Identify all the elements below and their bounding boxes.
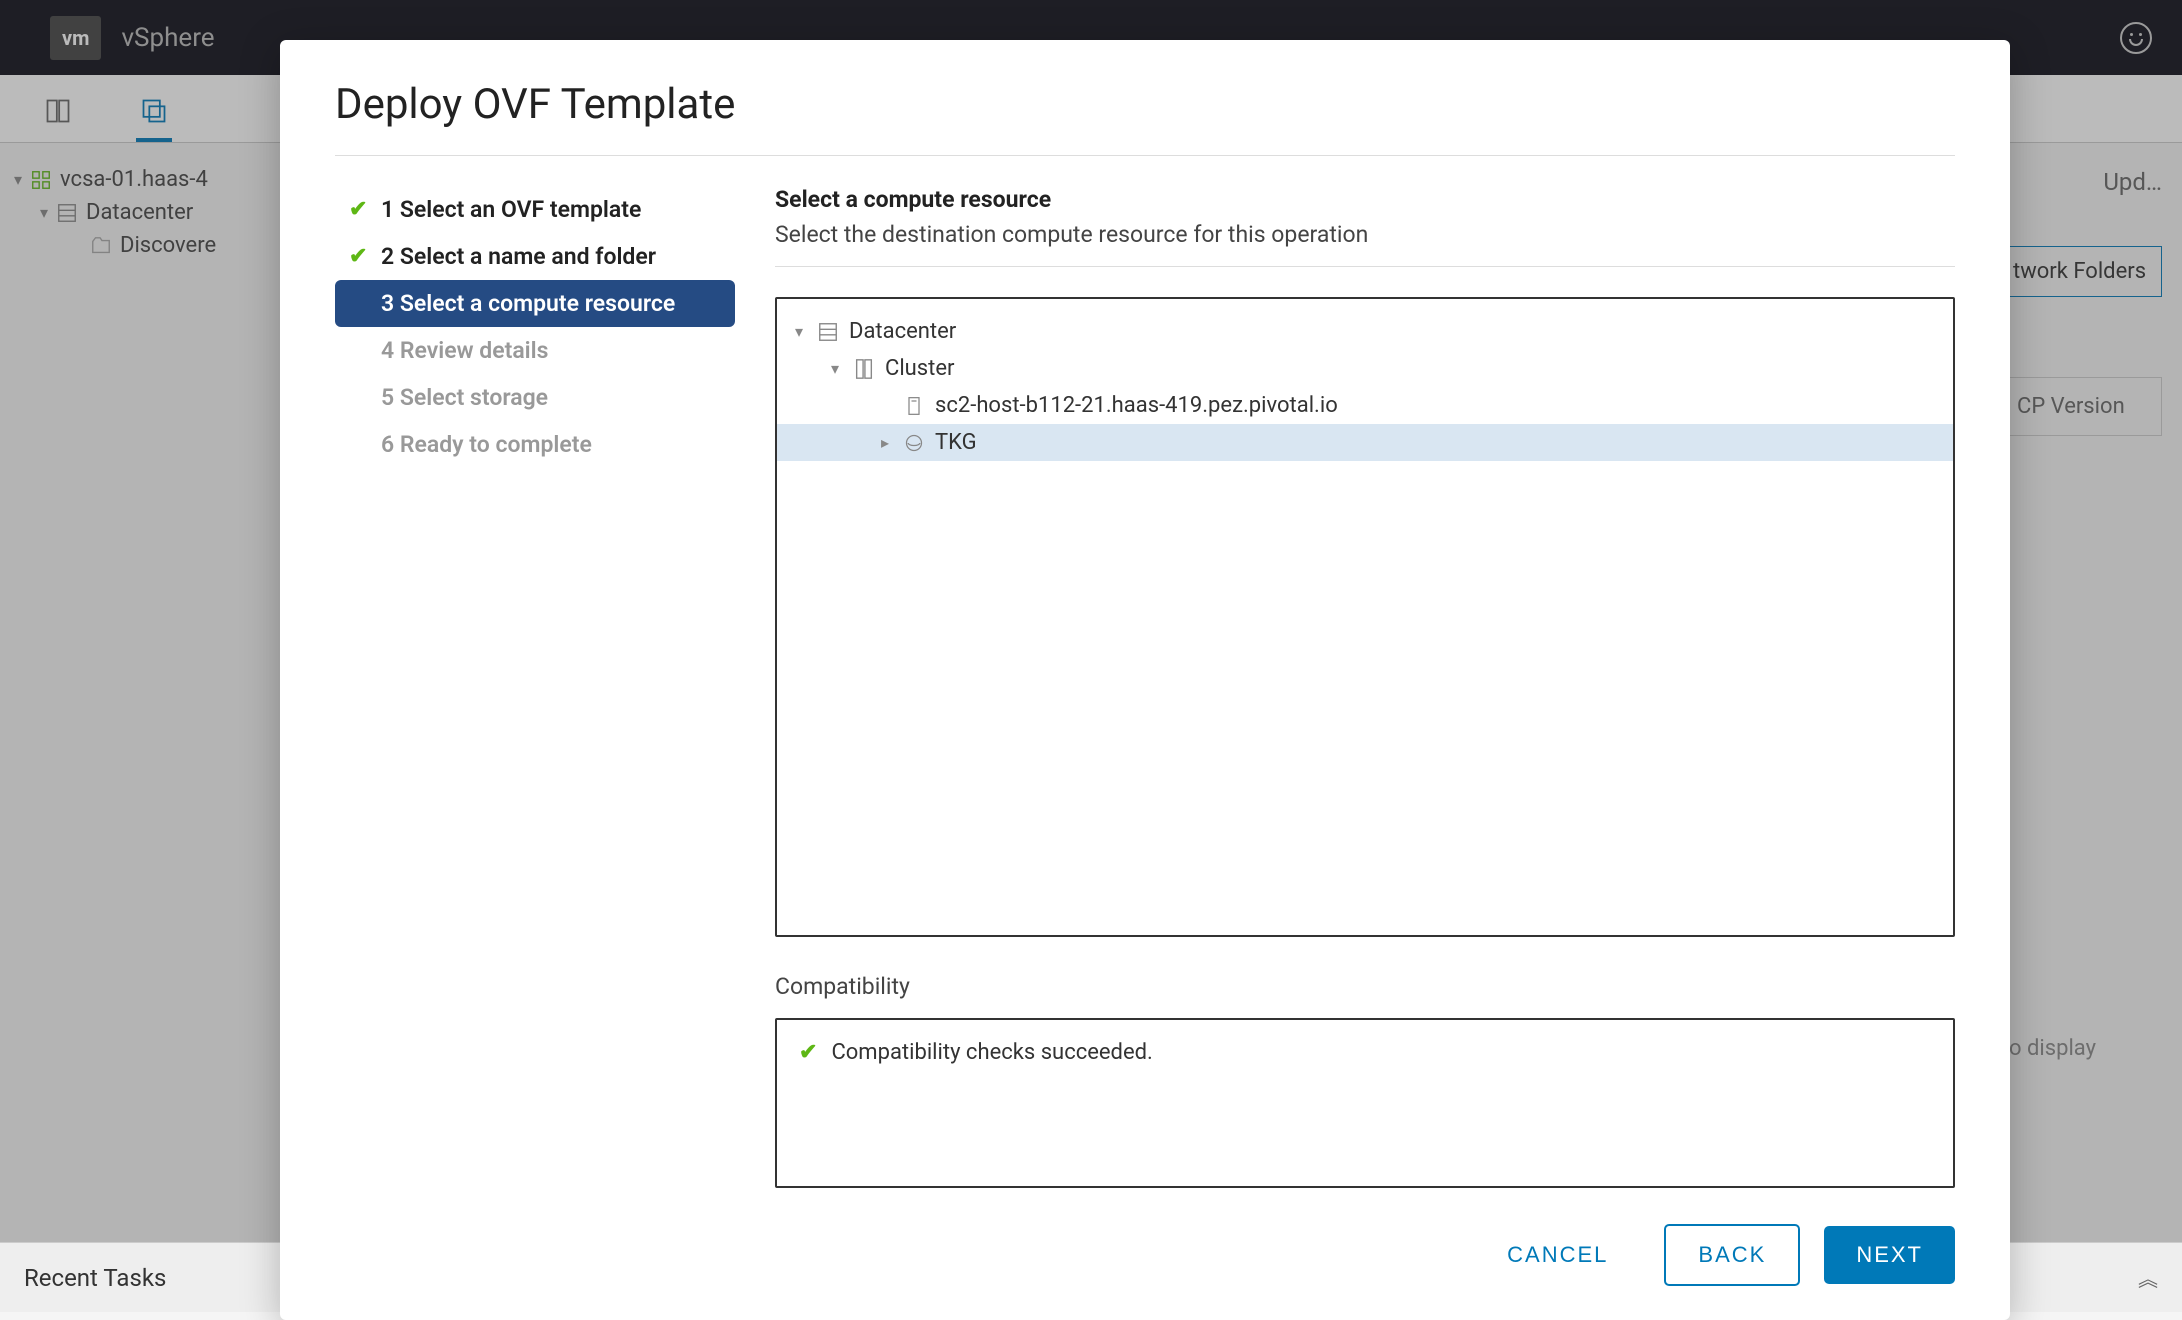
tree-host[interactable]: sc2-host-b112-21.haas-419.pez.pivotal.io: [777, 387, 1953, 424]
wizard-step-label: 2 Select a name and folder: [381, 243, 656, 270]
tree-datacenter[interactable]: ▾ Datacenter: [777, 313, 1953, 350]
tree-datacenter-label: Datacenter: [849, 319, 956, 344]
divider: [335, 155, 1955, 156]
wizard-step-label: 3 Select a compute resource: [381, 290, 675, 317]
modal-title: Deploy OVF Template: [335, 80, 1955, 129]
check-icon: ✔: [799, 1040, 817, 1065]
wizard-step-label: 4 Review details: [381, 337, 548, 364]
deploy-ovf-modal: Deploy OVF Template ✔ 1 Select an OVF te…: [280, 40, 2010, 1320]
tree-host-label: sc2-host-b112-21.haas-419.pez.pivotal.io: [935, 393, 1338, 418]
chevron-right-icon: ▸: [877, 433, 893, 452]
host-icon: [903, 395, 925, 417]
wizard-step-4: ✔ 4 Review details: [335, 327, 735, 374]
compatibility-box: ✔ Compatibility checks succeeded.: [775, 1018, 1955, 1188]
cancel-button[interactable]: CANCEL: [1475, 1226, 1640, 1284]
back-button[interactable]: BACK: [1664, 1224, 1800, 1286]
tree-resource-pool[interactable]: ▸ TKG: [777, 424, 1953, 461]
compute-resource-panel: Select a compute resource Select the des…: [775, 186, 1955, 1320]
wizard-step-5: ✔ 5 Select storage: [335, 374, 735, 421]
expand-icon[interactable]: ︽: [2138, 1263, 2158, 1292]
wizard-step-label: 1 Select an OVF template: [381, 196, 641, 223]
next-button[interactable]: NEXT: [1824, 1226, 1955, 1284]
resource-pool-icon: [903, 432, 925, 454]
modal-footer: CANCEL BACK NEXT: [775, 1188, 1955, 1286]
wizard-step-label: 6 Ready to complete: [381, 431, 592, 458]
wizard-step-2[interactable]: ✔ 2 Select a name and folder: [335, 233, 735, 280]
compatibility-label: Compatibility: [775, 973, 1955, 1000]
compute-resource-tree[interactable]: ▾ Datacenter ▾ Cluster: [775, 297, 1955, 937]
chevron-down-icon: ▾: [827, 359, 843, 378]
panel-title: Select a compute resource: [775, 186, 1955, 213]
wizard-step-3[interactable]: ✔ 3 Select a compute resource: [335, 280, 735, 327]
tree-pool-label: TKG: [935, 430, 977, 455]
chevron-down-icon: ▾: [791, 322, 807, 341]
wizard-step-1[interactable]: ✔ 1 Select an OVF template: [335, 186, 735, 233]
check-icon: ✔: [349, 244, 369, 269]
cluster-icon: [853, 358, 875, 380]
tree-cluster[interactable]: ▾ Cluster: [777, 350, 1953, 387]
wizard-step-6: ✔ 6 Ready to complete: [335, 421, 735, 468]
divider: [775, 266, 1955, 267]
compatibility-result: ✔ Compatibility checks succeeded.: [799, 1040, 1931, 1065]
wizard-steps: ✔ 1 Select an OVF template ✔ 2 Select a …: [335, 186, 735, 1320]
datacenter-icon: [817, 321, 839, 343]
check-icon: ✔: [349, 197, 369, 222]
tree-cluster-label: Cluster: [885, 356, 954, 381]
recent-tasks-label: Recent Tasks: [24, 1264, 166, 1292]
compatibility-message: Compatibility checks succeeded.: [831, 1040, 1152, 1065]
wizard-step-label: 5 Select storage: [381, 384, 548, 411]
panel-subtitle: Select the destination compute resource …: [775, 221, 1955, 248]
